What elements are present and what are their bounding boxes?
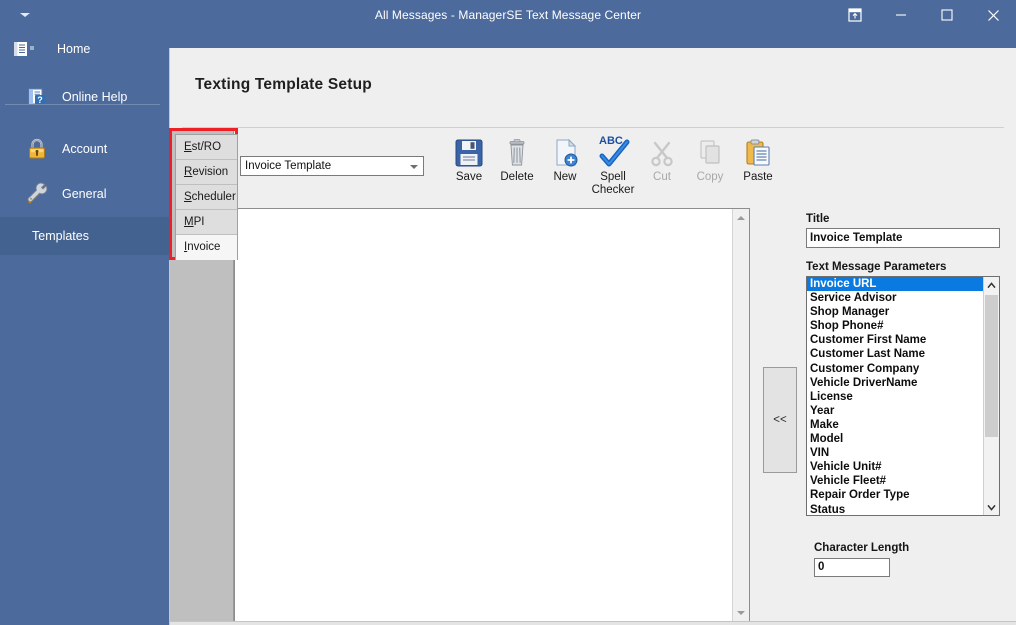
parameters-list: Invoice URL Service Advisor Shop Manager…: [807, 277, 984, 515]
bottom-status-strip: [170, 621, 1016, 625]
template-select-value: Invoice Template: [245, 160, 332, 172]
menu-item-label: evision: [192, 166, 229, 178]
template-select[interactable]: Invoice Template: [240, 156, 424, 176]
ribbon-display-options-button[interactable]: [832, 0, 878, 30]
sidebar-home[interactable]: Home: [0, 34, 169, 64]
list-item[interactable]: Customer Company: [807, 362, 984, 376]
header-divider: [182, 127, 1004, 128]
menu-item-label: st/RO: [191, 141, 222, 153]
list-item[interactable]: License: [807, 390, 984, 404]
parameters-scrollbar[interactable]: [983, 277, 999, 515]
sidebar-item-label: Online Help: [62, 90, 128, 104]
right-panel: Title Text Message Parameters Invoice UR…: [806, 213, 1006, 577]
sidebar-item-account[interactable]: Account: [0, 130, 169, 168]
insert-parameter-button[interactable]: <<: [763, 367, 797, 473]
character-length-group: Character Length: [814, 542, 1006, 577]
scroll-up-button[interactable]: [733, 209, 749, 226]
menu-item-label: nvoice: [187, 241, 221, 253]
list-item[interactable]: Year: [807, 404, 984, 418]
message-editor: [234, 208, 750, 622]
list-item[interactable]: Make: [807, 418, 984, 432]
menu-item-accel: E: [184, 141, 192, 153]
scrollbar-thumb[interactable]: [985, 295, 998, 437]
insert-parameter-label: <<: [773, 414, 787, 426]
template-type-menu: Est/RO Revision Scheduler MPI Invoice: [169, 128, 238, 260]
title-input[interactable]: [806, 228, 1000, 248]
online-help-icon: ?: [24, 84, 50, 110]
paste-label: Paste: [743, 171, 773, 183]
chevron-down-icon: [410, 165, 418, 169]
svg-text:ABC: ABC: [599, 135, 623, 147]
scroll-down-button[interactable]: [984, 499, 999, 515]
window-controls: [832, 0, 1016, 30]
title-field-label: Title: [806, 213, 830, 225]
ribbon-display-icon: [848, 8, 862, 22]
template-type-menu-inner: Est/RO Revision Scheduler MPI Invoice: [175, 134, 238, 260]
list-item[interactable]: Status: [807, 503, 984, 516]
sidebar-item-general[interactable]: General: [0, 175, 169, 213]
close-button[interactable]: [970, 0, 1016, 30]
lock-icon: [24, 136, 50, 162]
parameters-listbox[interactable]: Invoice URL Service Advisor Shop Manager…: [806, 276, 1000, 516]
title-bar: All Messages - ManagerSE Text Message Ce…: [0, 0, 1016, 30]
list-item[interactable]: Model: [807, 432, 984, 446]
paste-button[interactable]: Paste: [727, 135, 789, 184]
parameters-label: Text Message Parameters: [806, 261, 947, 273]
list-item[interactable]: Customer First Name: [807, 333, 984, 347]
list-item[interactable]: Customer Last Name: [807, 347, 984, 361]
minimize-icon: [896, 14, 906, 16]
scroll-down-button[interactable]: [733, 604, 749, 621]
sidebar-home-label: Home: [57, 42, 91, 56]
chevron-up-icon: [737, 215, 745, 220]
page-title: Texting Template Setup: [195, 76, 372, 93]
list-item[interactable]: Shop Phone#: [807, 319, 984, 333]
clipboard-paste-icon: [727, 135, 789, 169]
sidebar-item-label: General: [62, 187, 107, 201]
scroll-up-button[interactable]: [984, 277, 999, 293]
maximize-button[interactable]: [924, 0, 970, 30]
character-length-label: Character Length: [814, 542, 910, 554]
sidebar-divider: [5, 104, 160, 105]
list-item[interactable]: Invoice URL: [807, 277, 984, 292]
menu-item-mpi[interactable]: MPI: [176, 210, 237, 235]
spell-checker-label-line2: Checker: [591, 184, 635, 196]
application-window: All Messages - ManagerSE Text Message Ce…: [0, 0, 1016, 625]
sidebar: Home ? Online Help Account General Templ…: [0, 30, 169, 625]
chevron-up-icon: [987, 281, 996, 288]
chevron-down-icon: [737, 610, 745, 615]
menu-item-accel: S: [184, 191, 192, 203]
sidebar-item-label: Templates: [32, 229, 89, 243]
sidebar-item-templates[interactable]: Templates: [0, 217, 169, 255]
sidebar-item-label: Account: [62, 142, 108, 156]
menu-item-scheduler[interactable]: Scheduler: [176, 185, 237, 210]
sidebar-item-online-help[interactable]: ? Online Help: [0, 78, 169, 116]
list-item[interactable]: Shop Manager: [807, 305, 984, 319]
menu-item-invoice[interactable]: Invoice: [176, 235, 237, 260]
toolbar: Invoice Template Save Delete New ABC Spe…: [234, 129, 834, 202]
home-menu-icon: [12, 40, 30, 58]
close-icon: [987, 9, 999, 21]
minimize-button[interactable]: [878, 0, 924, 30]
home-caret-icon[interactable]: [30, 46, 34, 50]
list-item[interactable]: Vehicle DriverName: [807, 376, 984, 390]
menu-item-label: cheduler: [191, 191, 236, 203]
character-length-input[interactable]: [814, 557, 890, 577]
editor-vertical-scrollbar[interactable]: [732, 209, 749, 621]
menu-item-accel: M: [184, 216, 194, 228]
list-item[interactable]: Service Advisor: [807, 291, 984, 305]
menu-item-label: PI: [193, 216, 205, 228]
menu-item-est-ro[interactable]: Est/RO: [176, 135, 237, 160]
list-item[interactable]: Vehicle Fleet#: [807, 474, 984, 488]
list-item[interactable]: Vehicle Unit#: [807, 460, 984, 474]
chevron-down-icon: [987, 504, 996, 511]
tools-icon: [24, 181, 50, 207]
list-item[interactable]: Repair Order Type: [807, 488, 984, 502]
menu-item-revision[interactable]: Revision: [176, 160, 237, 185]
maximize-icon: [941, 9, 953, 21]
list-item[interactable]: VIN: [807, 446, 984, 460]
message-editor-input[interactable]: [235, 209, 733, 621]
